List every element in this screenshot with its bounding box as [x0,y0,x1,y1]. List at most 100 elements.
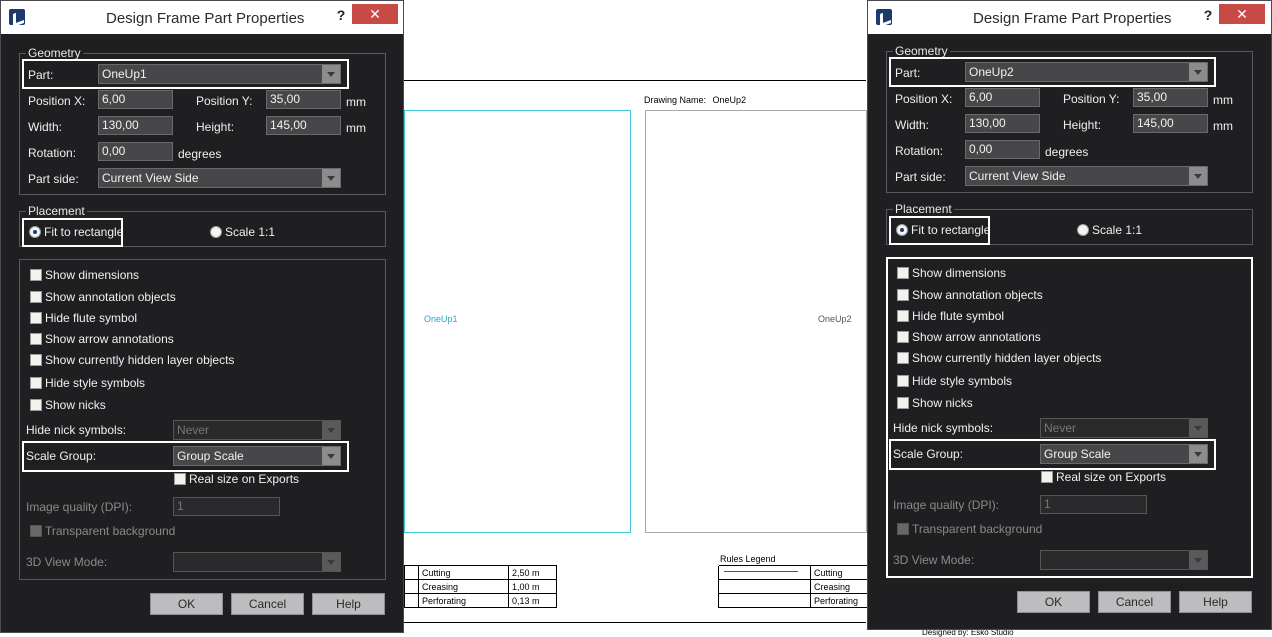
cancel-button[interactable]: Cancel [1098,591,1171,613]
ok-button[interactable]: OK [1017,591,1090,613]
close-button[interactable]: ✕ [1219,4,1265,24]
show-hidden-layer-objects-label[interactable]: Show currently hidden layer objects [45,353,234,367]
chevron-down-icon[interactable] [322,169,340,187]
app-logo-icon [9,9,25,25]
show-nicks-checkbox[interactable] [897,397,909,409]
height-field[interactable]: 145,00 [1133,114,1208,133]
hide-style-symbols-label[interactable]: Hide style symbols [912,374,1012,388]
drawing-name-value: OneUp2 [712,95,747,105]
transparent-background-label[interactable]: Transparent background [45,524,175,538]
ok-button[interactable]: OK [150,593,223,615]
part-side-dropdown[interactable]: Current View Side [965,166,1208,186]
help-icon[interactable]: ? [1198,5,1218,25]
part-side-dropdown[interactable]: Current View Side [98,168,341,188]
transparent-background-checkbox[interactable] [897,523,909,535]
screen: Drawing Name: OneUp2 OneUp1 OneUp2 Cutti… [0,0,1272,637]
image-quality-field[interactable]: 1 [1040,495,1147,514]
show-arrow-annotations-checkbox[interactable] [897,331,909,343]
show-nicks-label[interactable]: Show nicks [45,398,106,412]
hide-style-symbols-label[interactable]: Hide style symbols [45,376,145,390]
show-arrow-annotations-checkbox[interactable] [30,333,42,345]
width-field[interactable]: 130,00 [98,116,173,135]
show-nicks-checkbox[interactable] [30,399,42,411]
design-frame-part-properties-dialog-left: Design Frame Part Properties ? ✕ Geometr… [0,0,404,633]
legend-value: 2,50 m [508,565,557,580]
transparent-background-checkbox[interactable] [30,525,42,537]
placement-legend: Placement [893,202,954,216]
help-button[interactable]: Help [312,593,385,615]
scale-1-1-radio[interactable] [210,226,222,238]
help-button[interactable]: Help [1179,591,1252,613]
chevron-down-icon[interactable] [322,421,340,439]
show-annotation-objects-label[interactable]: Show annotation objects [912,288,1043,302]
rotation-label: Rotation: [895,144,944,158]
geometry-legend: Geometry [26,46,83,60]
scale-1-1-label[interactable]: Scale 1:1 [225,225,275,239]
hide-style-symbols-checkbox[interactable] [897,375,909,387]
show-annotation-objects-label[interactable]: Show annotation objects [45,290,176,304]
show-nicks-label[interactable]: Show nicks [912,396,973,410]
dialog-title: Design Frame Part Properties [106,10,305,27]
show-hidden-layer-objects-checkbox[interactable] [30,354,42,366]
3d-view-mode-label: 3D View Mode: [26,555,108,569]
show-arrow-annotations-label[interactable]: Show arrow annotations [912,330,1041,344]
chevron-down-icon[interactable] [1189,167,1207,185]
scale-1-1-radio[interactable] [1077,224,1089,236]
chevron-down-icon[interactable] [322,553,340,571]
drawing-name: Drawing Name: OneUp2 [644,95,746,105]
3d-view-mode-dropdown[interactable] [173,552,341,572]
scale-1-1-label[interactable]: Scale 1:1 [1092,223,1142,237]
show-hidden-layer-objects-label[interactable]: Show currently hidden layer objects [912,351,1101,365]
chevron-down-icon[interactable] [1189,419,1207,437]
height-field[interactable]: 145,00 [266,116,341,135]
show-arrow-annotations-label[interactable]: Show arrow annotations [45,332,174,346]
help-icon[interactable]: ? [331,5,351,25]
title-bar[interactable]: Design Frame Part Properties ? ✕ [1,1,403,34]
3d-view-mode-dropdown[interactable] [1040,550,1208,570]
sheet-bottom-border [404,622,866,623]
image-quality-label: Image quality (DPI): [893,498,1000,512]
show-dimensions-checkbox[interactable] [897,267,909,279]
title-bar[interactable]: Design Frame Part Properties ? ✕ [868,1,1271,34]
position-x-field[interactable]: 6,00 [965,88,1040,107]
hide-nick-symbols-dropdown[interactable]: Never [1040,418,1208,438]
rotation-field[interactable]: 0,00 [98,142,173,161]
rotation-field[interactable]: 0,00 [965,140,1040,159]
show-hidden-layer-objects-checkbox[interactable] [897,352,909,364]
real-size-exports-label[interactable]: Real size on Exports [1056,470,1166,484]
real-size-exports-label[interactable]: Real size on Exports [189,472,299,486]
show-dimensions-checkbox[interactable] [30,269,42,281]
image-quality-field[interactable]: 1 [173,497,280,516]
hide-flute-symbol-label[interactable]: Hide flute symbol [45,311,137,325]
position-x-field[interactable]: 6,00 [98,90,173,109]
width-field[interactable]: 130,00 [965,114,1040,133]
position-x-label: Position X: [895,92,953,106]
close-button[interactable]: ✕ [352,4,398,24]
hide-flute-symbol-checkbox[interactable] [30,312,42,324]
hide-flute-symbol-checkbox[interactable] [897,310,909,322]
size-unit-label: mm [1213,119,1233,133]
position-y-field[interactable]: 35,00 [266,90,341,109]
rotation-label: Rotation: [28,146,77,160]
hide-nick-symbols-dropdown[interactable]: Never [173,420,341,440]
show-dimensions-label[interactable]: Show dimensions [912,266,1006,280]
position-y-field[interactable]: 35,00 [1133,88,1208,107]
legend-name: Creasing [810,579,871,594]
show-annotation-objects-checkbox[interactable] [30,291,42,303]
cancel-button[interactable]: Cancel [231,593,304,615]
show-annotation-objects-checkbox[interactable] [897,289,909,301]
show-dimensions-label[interactable]: Show dimensions [45,268,139,282]
hide-style-symbols-checkbox[interactable] [30,377,42,389]
part-highlight-box [889,57,1216,87]
dialog-title: Design Frame Part Properties [973,10,1172,27]
real-size-exports-checkbox[interactable] [174,473,186,485]
hide-flute-symbol-label[interactable]: Hide flute symbol [912,309,1004,323]
chevron-down-icon[interactable] [1189,551,1207,569]
part-side-value: Current View Side [102,171,199,185]
table-row: Perforating 0,13 m [404,593,557,608]
real-size-exports-checkbox[interactable] [1041,471,1053,483]
hide-nick-symbols-value: Never [1044,421,1077,435]
transparent-background-label[interactable]: Transparent background [912,522,1042,536]
legend-name: Cutting [418,565,509,580]
app-logo-icon [876,9,892,25]
